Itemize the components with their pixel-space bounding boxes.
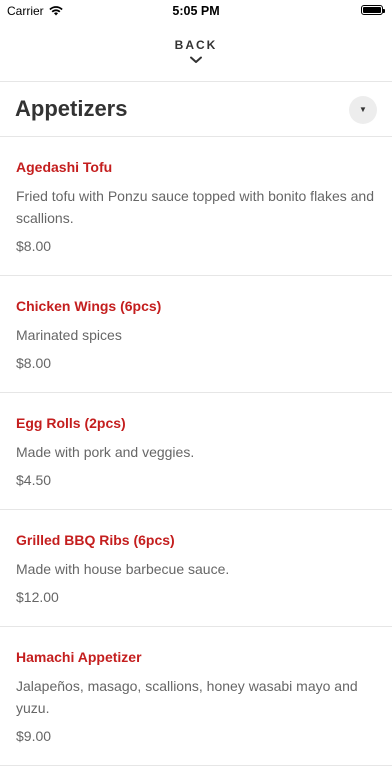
item-name: Agedashi Tofu (16, 159, 113, 175)
item-name: Grilled BBQ Ribs (6pcs) (16, 532, 175, 548)
menu-item[interactable]: Chicken Wings (6pcs) Marinated spices $8… (0, 276, 392, 393)
menu-list: Agedashi Tofu Fried tofu with Ponzu sauc… (0, 137, 392, 766)
section-toggle-button[interactable]: ▼ (349, 96, 377, 124)
item-name: Hamachi Appetizer (16, 649, 142, 665)
battery-icon (361, 5, 385, 15)
section-title: Appetizers (15, 96, 128, 121)
caret-down-icon: ▼ (359, 105, 367, 114)
item-description: Marinated spices (16, 327, 122, 343)
item-price: $8.00 (16, 238, 52, 254)
status-right (361, 5, 385, 15)
item-price: $12.00 (16, 589, 59, 605)
item-price: $8.00 (16, 355, 52, 371)
menu-item[interactable]: Grilled BBQ Ribs (6pcs) Made with house … (0, 510, 392, 627)
item-name: Chicken Wings (6pcs) (16, 298, 162, 314)
section-header: Appetizers ▼ (0, 82, 392, 136)
chevron-down-icon (190, 56, 202, 63)
status-bar: Carrier 5:05 PM (0, 0, 392, 22)
item-description: Made with pork and veggies. (16, 444, 195, 460)
status-time: 5:05 PM (172, 4, 220, 18)
item-description: Fried tofu with Ponzu sauce topped with … (16, 188, 374, 226)
menu-item[interactable]: Egg Rolls (2pcs) Made with pork and vegg… (0, 393, 392, 510)
item-description: Jalapeños, masago, scallions, honey wasa… (16, 678, 358, 716)
menu-item[interactable]: Agedashi Tofu Fried tofu with Ponzu sauc… (0, 137, 392, 276)
back-label: BACK (174, 38, 218, 52)
menu-item[interactable]: Hamachi Appetizer Jalapeños, masago, sca… (0, 627, 392, 766)
item-price: $4.50 (16, 472, 52, 488)
item-description: Made with house barbecue sauce. (16, 561, 230, 577)
item-price: $9.00 (16, 728, 52, 744)
item-name: Egg Rolls (2pcs) (16, 415, 126, 431)
back-button[interactable]: BACK (0, 34, 392, 76)
